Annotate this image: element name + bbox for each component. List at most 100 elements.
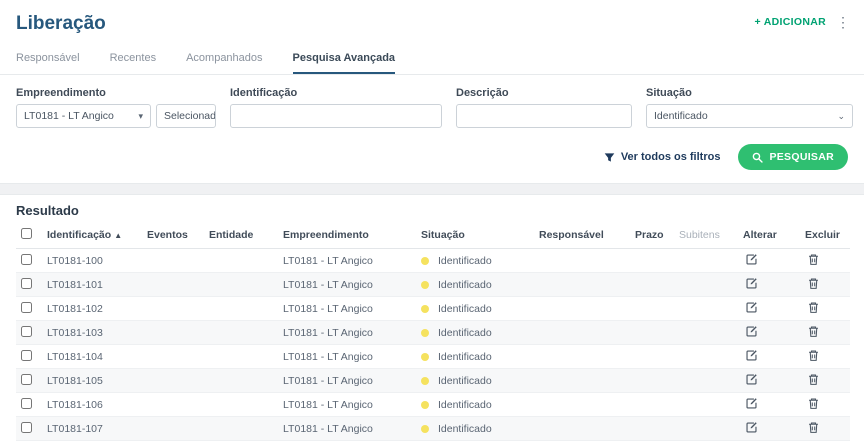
col-subitens: Subitens <box>674 224 738 249</box>
delete-button[interactable] <box>805 396 822 411</box>
edit-button[interactable] <box>743 252 760 267</box>
status-dot-icon <box>421 376 429 385</box>
ver-todos-filtros-link[interactable]: Ver todos os filtros <box>604 151 720 163</box>
cell-empreendimento: LT0181 - LT Angico <box>278 272 416 297</box>
cell-excluir <box>800 320 850 345</box>
trash-icon <box>809 350 818 361</box>
cell-excluir <box>800 368 850 393</box>
sort-asc-icon: ▲ <box>114 231 123 240</box>
table-row: LT0181-105 LT0181 - LT Angico Identifica… <box>16 368 850 393</box>
identificacao-input[interactable] <box>230 104 442 128</box>
status-dot-icon <box>421 256 429 265</box>
edit-button[interactable] <box>743 348 760 363</box>
edit-icon <box>746 422 757 433</box>
table-row: LT0181-107 LT0181 - LT Angico Identifica… <box>16 416 850 441</box>
cell-alterar <box>738 272 800 297</box>
cell-alterar <box>738 440 800 445</box>
edit-icon <box>746 398 757 409</box>
edit-button[interactable] <box>743 396 760 411</box>
kebab-menu-icon[interactable]: ⋮ <box>836 15 850 29</box>
row-checkbox[interactable] <box>21 253 32 265</box>
status-dot-icon <box>421 400 429 409</box>
trash-icon <box>809 374 818 385</box>
col-prazo[interactable]: Prazo <box>630 224 674 249</box>
situacao-select[interactable]: Identificado ⌄ <box>646 104 853 128</box>
tab-recentes[interactable]: Recentes <box>110 45 156 74</box>
pesquisar-button[interactable]: PESQUISAR <box>738 144 848 170</box>
delete-button[interactable] <box>805 276 822 291</box>
delete-button[interactable] <box>805 300 822 315</box>
edit-button[interactable] <box>743 276 760 291</box>
edit-button[interactable] <box>743 372 760 387</box>
trash-icon <box>809 302 818 313</box>
delete-button[interactable] <box>805 252 822 267</box>
edit-icon <box>746 302 757 313</box>
descricao-label: Descrição <box>456 87 509 99</box>
col-identificacao[interactable]: Identificação ▲ <box>42 224 142 249</box>
cell-empreendimento: LT0181 - LT Angico <box>278 392 416 417</box>
delete-button[interactable] <box>805 348 822 363</box>
trash-icon <box>809 422 818 433</box>
selecionado-select[interactable]: Selecionado ▾ <box>156 104 216 128</box>
status-dot-icon <box>421 352 429 361</box>
cell-alterar <box>738 416 800 441</box>
cell-empreendimento: LT0181 - LT Angico <box>278 296 416 321</box>
cell-identificacao: LT0181-106 <box>42 392 142 417</box>
cell-situacao: Identificado <box>416 440 534 445</box>
table-row: LT0181-106 LT0181 - LT Angico Identifica… <box>16 392 850 417</box>
cell-excluir <box>800 272 850 297</box>
identificacao-label: Identificação <box>230 87 298 99</box>
tab-responsavel[interactable]: Responsável <box>16 45 80 74</box>
filter-descricao: Descrição <box>456 87 632 128</box>
cell-alterar <box>738 392 800 417</box>
edit-button[interactable] <box>743 324 760 339</box>
cell-situacao: Identificado <box>416 368 534 393</box>
table-row: LT0181-103 LT0181 - LT Angico Identifica… <box>16 320 850 345</box>
cell-excluir <box>800 416 850 441</box>
descricao-input[interactable] <box>456 104 632 128</box>
table-row: LT0181-100 LT0181 - LT Angico Identifica… <box>16 248 850 273</box>
row-checkbox[interactable] <box>21 397 32 409</box>
row-checkbox[interactable] <box>21 349 32 361</box>
cell-situacao: Identificado <box>416 416 534 441</box>
tab-pesquisa-avancada[interactable]: Pesquisa Avançada <box>292 45 396 74</box>
cell-identificacao: LT0181-105 <box>42 368 142 393</box>
delete-button[interactable] <box>805 324 822 339</box>
col-eventos[interactable]: Eventos <box>142 224 204 249</box>
row-checkbox[interactable] <box>21 301 32 313</box>
cell-excluir <box>800 248 850 273</box>
delete-button[interactable] <box>805 420 822 435</box>
table-row: LT0181-108 LT0181 - LT Angico Identifica… <box>16 440 850 445</box>
select-all-checkbox[interactable] <box>21 228 32 239</box>
cell-identificacao: LT0181-108 <box>42 440 142 445</box>
cell-situacao: Identificado <box>416 392 534 417</box>
empreendimento-label: Empreendimento <box>16 87 106 99</box>
section-divider <box>0 183 864 195</box>
funnel-icon <box>604 152 615 162</box>
cell-identificacao: LT0181-100 <box>42 248 142 273</box>
edit-button[interactable] <box>743 420 760 435</box>
empreendimento-select[interactable]: LT0181 - LT Angico ▾ <box>16 104 151 128</box>
row-checkbox[interactable] <box>21 277 32 289</box>
row-checkbox[interactable] <box>21 421 32 433</box>
cell-identificacao: LT0181-102 <box>42 296 142 321</box>
edit-button[interactable] <box>743 300 760 315</box>
status-dot-icon <box>421 304 429 313</box>
col-situacao[interactable]: Situação <box>416 224 534 249</box>
edit-icon <box>746 278 757 289</box>
table-row: LT0181-104 LT0181 - LT Angico Identifica… <box>16 344 850 369</box>
filter-bar: Empreendimento LT0181 - LT Angico ▾ Sele… <box>0 75 864 128</box>
row-checkbox[interactable] <box>21 373 32 385</box>
col-empreendimento[interactable]: Empreendimento <box>278 224 416 249</box>
edit-icon <box>746 326 757 337</box>
tab-acompanhados[interactable]: Acompanhados <box>186 45 262 74</box>
row-checkbox[interactable] <box>21 325 32 337</box>
page-title: Liberação <box>16 13 106 34</box>
col-entidade[interactable]: Entidade <box>204 224 278 249</box>
cell-empreendimento: LT0181 - LT Angico <box>278 320 416 345</box>
delete-button[interactable] <box>805 372 822 387</box>
chevron-down-icon: ⌄ <box>837 110 845 121</box>
cell-identificacao: LT0181-107 <box>42 416 142 441</box>
col-responsavel[interactable]: Responsável <box>534 224 630 249</box>
add-button[interactable]: + ADICIONAR <box>755 16 826 28</box>
